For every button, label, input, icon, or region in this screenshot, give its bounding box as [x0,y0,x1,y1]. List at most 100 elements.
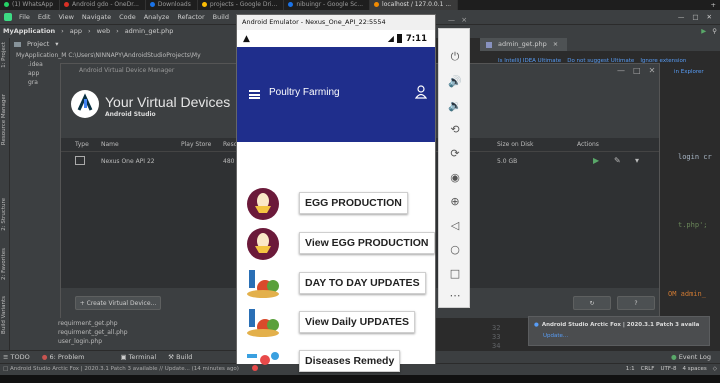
tool-todo[interactable]: ≡ TODO [0,351,33,364]
diseases-remedy-button[interactable]: Diseases Remedy [299,350,401,372]
create-virtual-device-button[interactable]: + Create Virtual Device... [75,296,161,310]
egg-icon [243,226,285,260]
more-icon[interactable]: ⋯ [444,287,466,303]
clock: 7:11 [405,33,427,44]
tool-event-log[interactable]: ● Event Log [668,351,714,364]
warning-icon: ▲ [243,33,250,44]
device-name: Nexus One API 22 [101,158,155,165]
tree-file[interactable]: requirment_get.php [58,319,128,328]
menu-build[interactable]: Build [209,10,233,24]
close-tab-icon[interactable]: × [550,38,561,51]
search-icon[interactable]: ⚲ [709,25,720,38]
onedrive-icon [64,2,70,7]
new-tab-icon[interactable]: + [707,0,720,10]
menu-edit[interactable]: Edit [34,10,55,24]
phone-device-icon [75,156,85,165]
egg-production-button[interactable]: EGG PRODUCTION [299,192,408,214]
tree-file[interactable]: requirment_get_all.php [58,328,128,337]
col-type[interactable]: Type [75,141,89,148]
camera-icon[interactable]: ◉ [444,169,466,185]
col-size[interactable]: Size on Disk [497,141,534,148]
tool-resource-manager[interactable]: Resource Manager [1,94,7,145]
launch-icon[interactable]: ▶ [593,156,599,165]
tool-structure[interactable]: 2: Structure [1,198,7,231]
menu-code[interactable]: Code [115,10,140,24]
overview-icon[interactable]: □ [444,265,466,281]
tool-build-variants[interactable]: Build Variants [1,296,7,334]
browser-tab-localhost[interactable]: localhost / 127.0.0.1 ... [370,0,459,10]
app-bar: Poultry Farming [237,47,435,142]
minimize-icon[interactable]: — [674,10,689,24]
code-line: t.php'; [678,221,708,229]
volume-down-icon[interactable]: 🔉 [444,97,466,113]
maximize-icon[interactable]: □ [633,66,641,75]
browser-tab-scholar[interactable]: nibuingr - Google Sc... [284,0,371,10]
zoom-icon[interactable]: ⊕ [444,193,466,209]
close-icon[interactable]: ✕ [703,10,716,24]
list-item-diseases-remedy: Diseases Remedy [241,342,431,378]
minimize-icon[interactable]: — [617,66,625,75]
phone-status-bar: ▲ ◢ 7:11 [237,30,435,47]
avd-subheading: Android Studio [105,111,156,118]
tool-problems[interactable]: ● 6: Problem [39,351,88,364]
close-icon[interactable]: × [461,16,467,24]
run-icon[interactable]: ▶ [698,25,709,38]
menu-file[interactable]: File [15,10,34,24]
maximize-icon[interactable]: □ [688,10,702,24]
code-line: login cr [678,153,712,161]
menu-navigate[interactable]: Navigate [78,10,115,24]
menu-refactor[interactable]: Refactor [173,10,208,24]
app-title: Poultry Farming [269,87,340,98]
editor-tab-admin-get[interactable]: admin_get.php × [480,38,568,51]
tree-file[interactable]: user_login.php [58,337,128,346]
rotate-left-icon[interactable]: ⟲ [444,121,466,137]
browser-tab-drive[interactable]: projects - Google Dri... [198,0,285,10]
tool-build[interactable]: ⚒ Build [165,351,195,364]
edit-icon[interactable]: ✎ [614,156,621,165]
menu-view[interactable]: View [54,10,77,24]
tool-project[interactable]: 1: Project [1,42,7,68]
notification-title: Android Studio Arctic Fox | 2020.3.1 Pat… [541,322,700,328]
chevron-down-icon[interactable]: ▾ [635,156,639,165]
browser-tab-onedrive[interactable]: Android gdo - OneDr... [60,0,146,10]
home-icon[interactable]: ○ [444,241,466,257]
back-icon[interactable]: ◁ [444,217,466,233]
day-to-day-updates-button[interactable]: DAY TO DAY UPDATES [299,272,426,294]
notification-update-link[interactable]: Update... [543,333,568,339]
avd-window-controls: — □ ✕ [617,66,655,75]
breadcrumb-app[interactable]: app [67,25,85,38]
power-icon[interactable]: ⏻ [444,49,466,65]
refresh-button[interactable]: ↻ [573,296,611,310]
browser-tab-downloads[interactable]: Downloads [146,0,198,10]
breadcrumb-file[interactable]: admin_get.php [122,25,177,38]
banner-explorer-link[interactable]: in Explorer [674,69,704,75]
col-actions[interactable]: Actions [577,141,599,148]
signal-icon: ◢ [387,34,394,43]
browser-tab-whatsapp[interactable]: (1) WhatsApp [0,0,61,10]
view-daily-updates-button[interactable]: View Daily UPDATES [299,311,416,333]
chevron-right-icon: › [88,27,91,35]
tool-favorites[interactable]: 2: Favorites [1,248,7,280]
rotate-right-icon[interactable]: ⟳ [444,145,466,161]
col-play-store[interactable]: Play Store [181,141,211,148]
emulator-panel-controls: — × [448,16,467,24]
breadcrumb-project[interactable]: MyApplication [0,25,58,38]
project-view-selector[interactable]: Project [24,38,52,51]
close-icon[interactable]: ✕ [649,66,656,75]
menu-icon[interactable] [249,90,260,99]
list-item-view-egg-production: View EGG PRODUCTION [241,224,435,260]
help-button[interactable]: ? [617,296,655,310]
volume-up-icon[interactable]: 🔊 [444,73,466,89]
android-studio-icon [4,13,12,21]
col-name[interactable]: Name [101,141,119,148]
chevron-down-icon: ▾ [55,40,59,48]
view-egg-production-button[interactable]: View EGG PRODUCTION [299,232,435,254]
user-icon[interactable] [414,85,428,101]
tree-root[interactable]: MyApplication_M C:\Users\NINNAPY\Android… [10,51,260,60]
tool-terminal[interactable]: ▣ Terminal [117,351,159,364]
update-notification[interactable]: ● Android Studio Arctic Fox | 2020.3.1 P… [528,316,710,346]
browser-tab-strip: (1) WhatsApp Android gdo - OneDr... Down… [0,0,720,10]
breadcrumb-web[interactable]: web [94,25,113,38]
menu-analyze[interactable]: Analyze [140,10,174,24]
minimize-icon[interactable]: — [448,16,455,24]
